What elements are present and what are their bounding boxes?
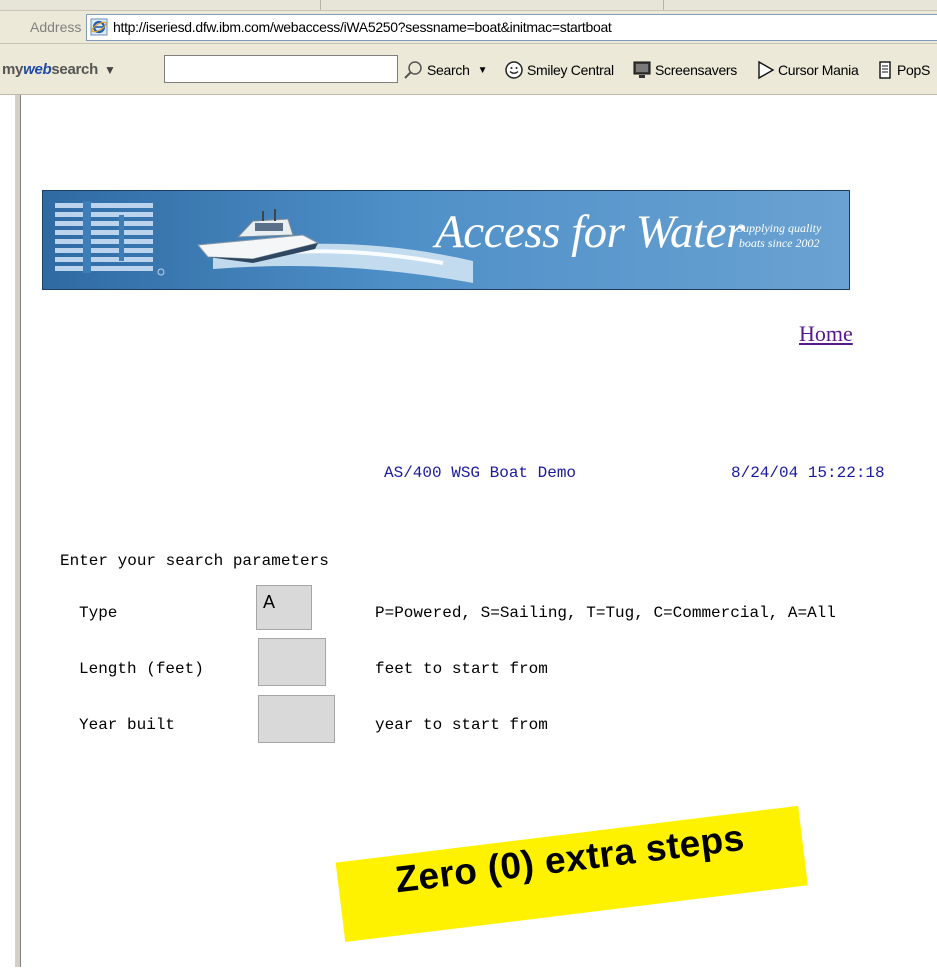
smiley-icon [505, 61, 523, 79]
type-label: Type [79, 604, 118, 622]
toolbar-search-button[interactable]: Search ▼ [402, 60, 487, 80]
year-label: Year built [79, 716, 176, 734]
ibm-logo-icon [55, 201, 165, 276]
monitor-icon [633, 61, 651, 78]
type-hint: P=Powered, S=Sailing, T=Tug, C=Commercia… [375, 604, 836, 622]
address-input[interactable]: http://iseriesd.dfw.ibm.com/webaccess/iW… [86, 14, 937, 41]
address-bar: Address http://iseriesd.dfw.ibm.com/weba… [0, 11, 937, 44]
toolbar-link-screensavers[interactable]: Screensavers [632, 60, 737, 80]
strip-divider [320, 0, 321, 10]
year-hint: year to start from [375, 716, 548, 734]
window-top-strip [0, 0, 937, 11]
toolbar-link-label: Cursor Mania [778, 62, 859, 78]
access-for-water-banner: Access for Water Supplying quality boats… [42, 190, 850, 290]
boat-icon [197, 209, 320, 263]
search-toolbar: mywebsearch ▼ Search ▼ Smiley Central Scr… [0, 44, 937, 95]
window-left-edge [14, 95, 21, 967]
toolbar-link-label: PopS [897, 62, 931, 78]
toolbar-link-label: Screensavers [655, 62, 737, 78]
url-text: http://iseriesd.dfw.ibm.com/webaccess/iW… [113, 19, 612, 35]
screen-datetime: 8/24/04 15:22:18 [731, 464, 885, 482]
search-prompt: Enter your search parameters [60, 552, 329, 570]
year-input[interactable] [258, 695, 335, 743]
screen-title: AS/400 WSG Boat Demo [384, 464, 577, 482]
toolbar-link-cursor-mania[interactable]: Cursor Mania [757, 60, 859, 80]
type-input[interactable]: A [256, 585, 312, 630]
toolbar-link-smiley-central[interactable]: Smiley Central [504, 60, 614, 80]
magnifier-icon [404, 61, 422, 79]
popup-icon [879, 61, 891, 79]
length-label: Length (feet) [79, 660, 204, 678]
banner-title: Access for Water [435, 206, 744, 258]
search-button-label: Search [427, 62, 470, 78]
brand-my: my [2, 61, 24, 78]
length-input[interactable] [258, 638, 326, 686]
cursor-icon [758, 60, 775, 80]
brand-search: search [51, 61, 98, 78]
length-hint: feet to start from [375, 660, 548, 678]
toolbar-link-label: Smiley Central [527, 62, 614, 78]
home-link[interactable]: Home [799, 321, 853, 347]
toolbar-link-pops[interactable]: PopS [876, 60, 930, 80]
brand-web: web [23, 61, 52, 78]
chevron-down-icon: ▼ [477, 64, 488, 76]
mywebsearch-menu[interactable]: mywebsearch ▼ [2, 61, 116, 78]
zero-extra-steps-callout: Zero (0) extra steps [330, 762, 812, 974]
strip-divider [663, 0, 664, 10]
banner-subtitle: Supplying quality boats since 2002 [737, 221, 822, 250]
internet-explorer-icon [90, 18, 108, 36]
chevron-down-icon: ▼ [103, 63, 116, 77]
toolbar-search-input[interactable] [164, 55, 398, 83]
address-label: Address [30, 19, 82, 35]
